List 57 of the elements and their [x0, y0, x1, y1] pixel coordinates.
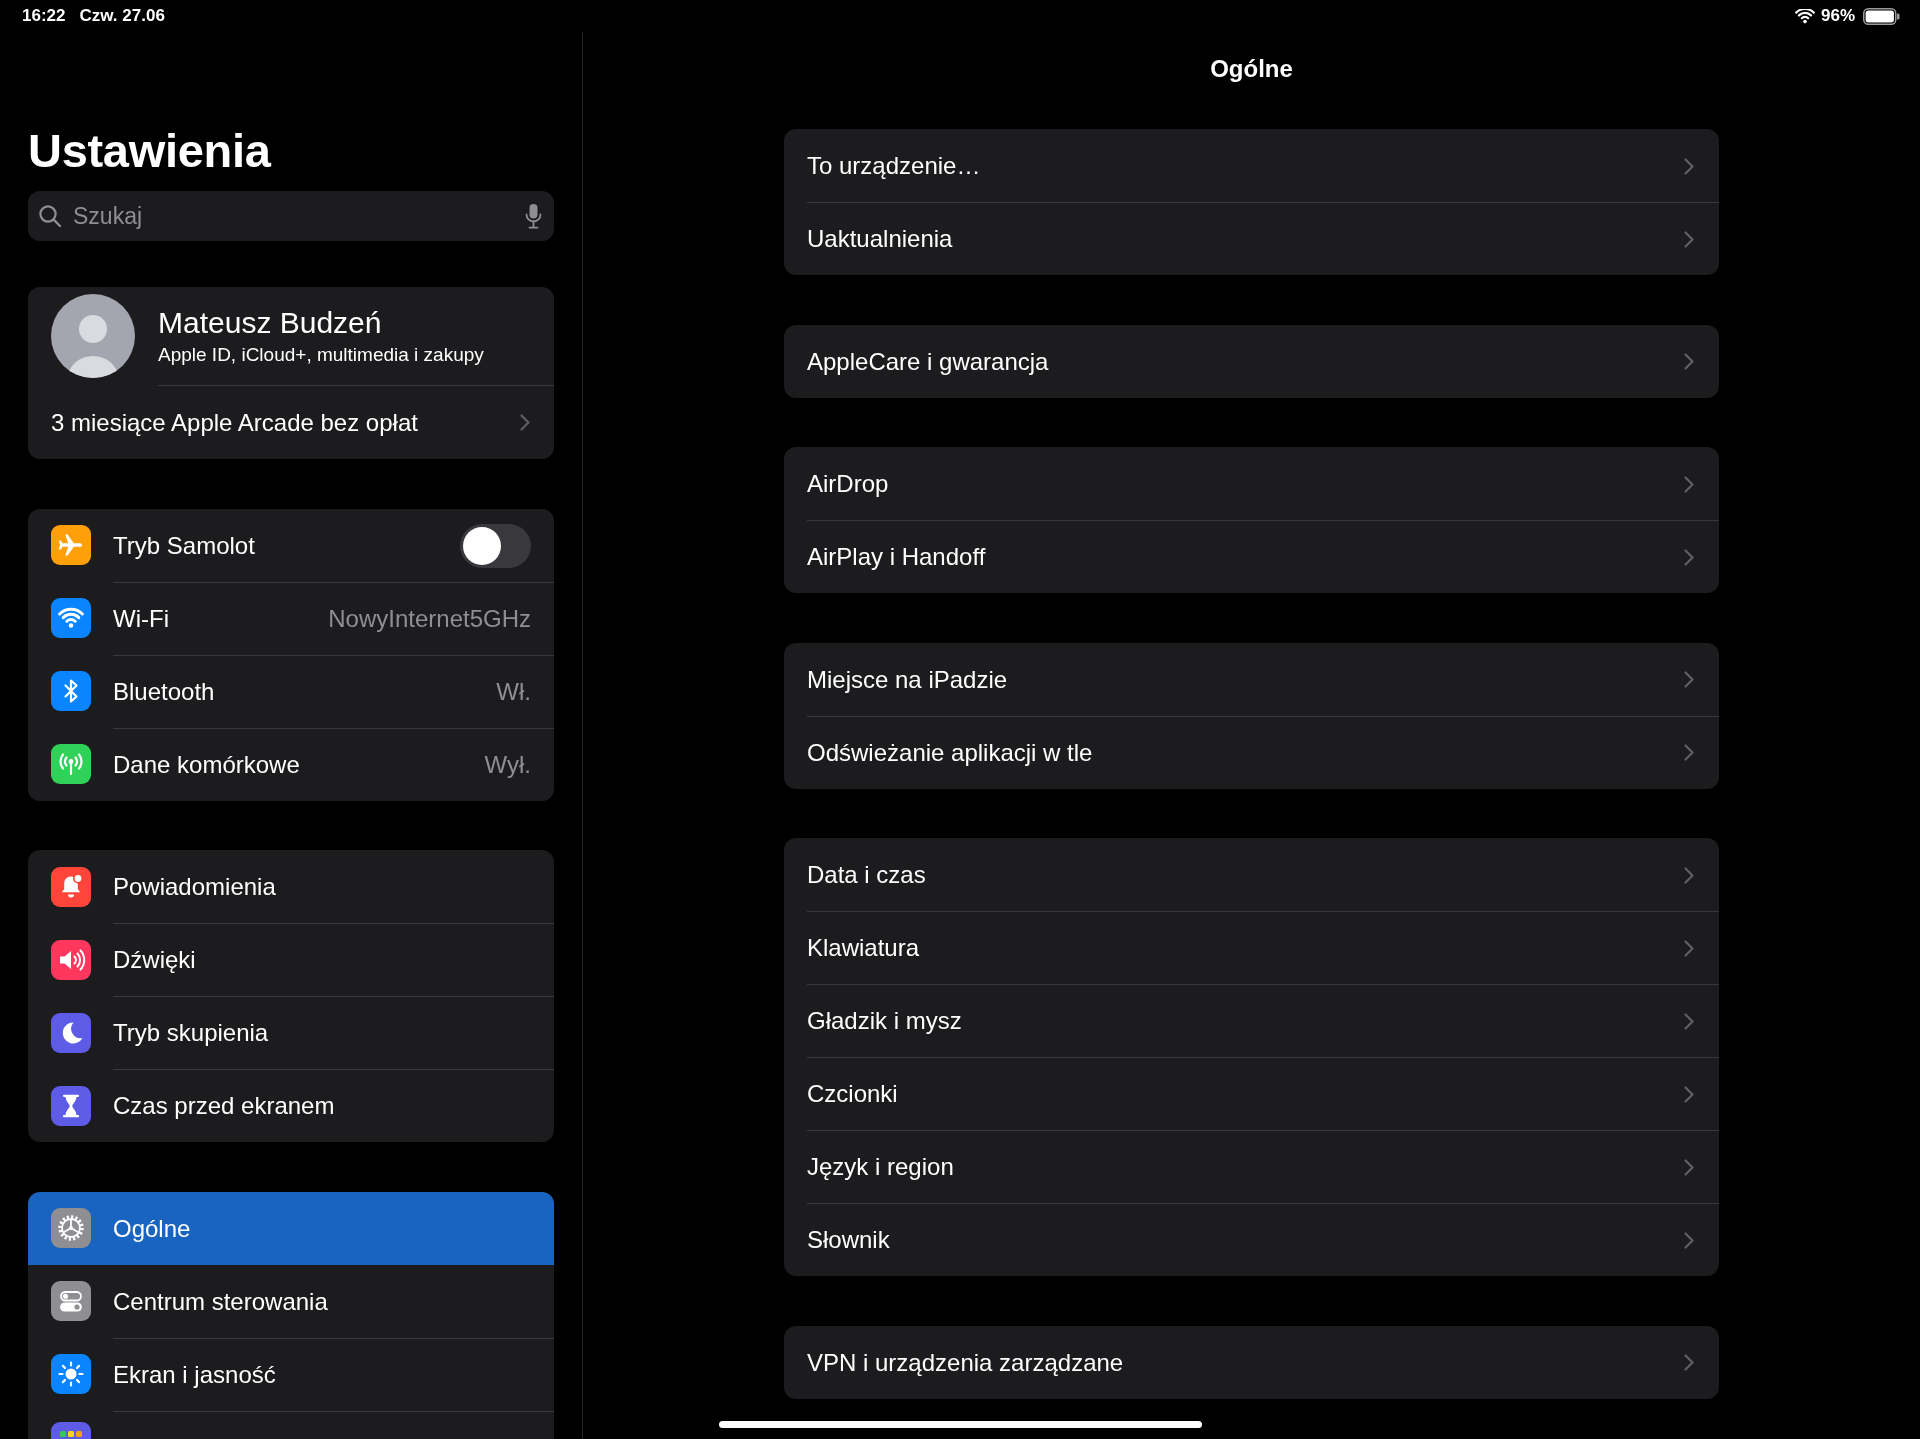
- account-subtitle: Apple ID, iCloud+, multimedia i zakupy: [158, 343, 484, 366]
- wifi-icon: [1794, 8, 1815, 24]
- settings-row[interactable]: Gładzik i mysz: [784, 984, 1719, 1057]
- page-heading: Ustawienia: [28, 127, 273, 174]
- status-time: 16:22: [22, 5, 66, 28]
- chevron-icon: [1684, 1231, 1694, 1249]
- settings-row[interactable]: Czcionki: [784, 1057, 1719, 1130]
- search-field[interactable]: Szukaj: [28, 191, 554, 241]
- settings-row[interactable]: VPN i urządzenia zarządzane: [784, 1325, 1719, 1399]
- settings-row[interactable]: AirDrop: [784, 447, 1719, 520]
- sidebar-item[interactable]: Powiadomienia: [28, 850, 554, 923]
- battery-percentage: 96%: [1820, 5, 1855, 28]
- status-value: Wł.: [496, 676, 531, 707]
- chevron-icon: [1684, 1354, 1694, 1371]
- settings-row[interactable]: Klawiatura: [784, 911, 1719, 984]
- battery-icon: [1863, 7, 1900, 25]
- settings-row[interactable]: Uaktualnienia: [784, 202, 1719, 275]
- settings-row[interactable]: Słownik: [784, 1203, 1719, 1276]
- settings-row[interactable]: Data i czas: [784, 838, 1719, 911]
- sidebar-item[interactable]: Ekran i jasność: [28, 1337, 554, 1411]
- sidebar-item[interactable]: Centrum sterowania: [28, 1264, 554, 1338]
- status-date: Czw. 27.06: [79, 5, 165, 28]
- chevron-icon: [1684, 1158, 1694, 1176]
- search-icon: [39, 205, 61, 227]
- chevron-icon: [1684, 744, 1694, 761]
- microphone-icon[interactable]: [525, 203, 542, 229]
- chevron-icon: [1684, 353, 1694, 370]
- toggle-switch[interactable]: [460, 523, 531, 568]
- chevron-icon: [1684, 671, 1694, 688]
- sidebar-item[interactable]: Tryb Samolot: [28, 508, 554, 582]
- chevron-icon: [1684, 230, 1694, 248]
- chevron-icon: [1684, 1012, 1694, 1030]
- sidebar-item[interactable]: Wi-Fi NowyInternet5GHz: [28, 581, 554, 655]
- chevron-icon: [1684, 157, 1694, 175]
- chevron-icon: [1684, 548, 1694, 566]
- sidebar-item[interactable]: Tryb skupienia: [28, 996, 554, 1069]
- status-value: Wył.: [484, 749, 531, 780]
- settings-row[interactable]: To urządzenie…: [784, 129, 1719, 202]
- settings-row[interactable]: Język i region: [784, 1130, 1719, 1203]
- settings-row[interactable]: AirPlay i Handoff: [784, 520, 1719, 593]
- chevron-icon: [1684, 1085, 1694, 1103]
- sidebar-item[interactable]: Dane komórkowe Wył.: [28, 727, 554, 801]
- settings-row[interactable]: Miejsce na iPadzie: [784, 642, 1719, 716]
- chevron-icon: [520, 414, 530, 431]
- chevron-icon: [1684, 939, 1694, 957]
- settings-row[interactable]: Odświeżanie aplikacji w tle: [784, 715, 1719, 789]
- sidebar-item[interactable]: Ogólne: [28, 1191, 554, 1265]
- sidebar-item[interactable]: Dźwięki: [28, 923, 554, 996]
- account-name[interactable]: Mateusz Budzeń: [158, 306, 484, 340]
- settings-row[interactable]: AppleCare i gwarancja: [784, 324, 1719, 398]
- chevron-icon: [1684, 866, 1694, 884]
- status-value: NowyInternet5GHz: [328, 603, 531, 634]
- nav-title: Ogólne: [1210, 54, 1293, 84]
- offer-row[interactable]: 3 miesiące Apple Arcade bez opłat: [28, 386, 554, 459]
- sidebar-item[interactable]: Czas przed ekranem: [28, 1069, 554, 1142]
- sidebar-item[interactable]: Bluetooth Wł.: [28, 654, 554, 728]
- chevron-icon: [1684, 475, 1694, 493]
